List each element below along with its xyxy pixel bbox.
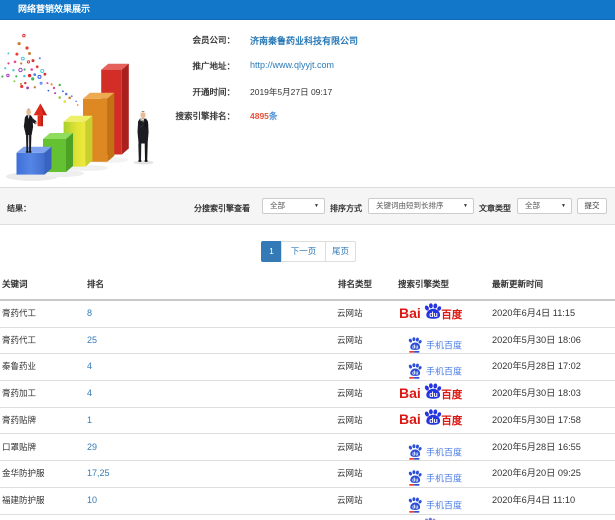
svg-text:手机百度: 手机百度 [426,446,462,457]
svg-text:du: du [429,312,438,319]
svg-text:du: du [412,371,418,377]
svg-text:du: du [412,504,418,510]
svg-text:du: du [412,344,418,350]
svg-text:Bai: Bai [400,411,421,426]
svg-text:手机百度: 手机百度 [426,499,462,510]
svg-text:Bai: Bai [400,305,421,320]
svg-text:手机百度: 手机百度 [426,339,462,350]
svg-text:百度: 百度 [441,387,462,399]
svg-text:百度: 百度 [441,307,462,319]
svg-text:du: du [429,418,438,425]
svg-text:手机百度: 手机百度 [426,473,462,484]
svg-text:du: du [429,392,438,399]
svg-text:百度: 百度 [441,414,462,426]
svg-text:du: du [412,478,418,484]
svg-text:手机百度: 手机百度 [426,366,462,377]
svg-text:Bai: Bai [400,385,421,400]
svg-text:du: du [412,451,418,457]
